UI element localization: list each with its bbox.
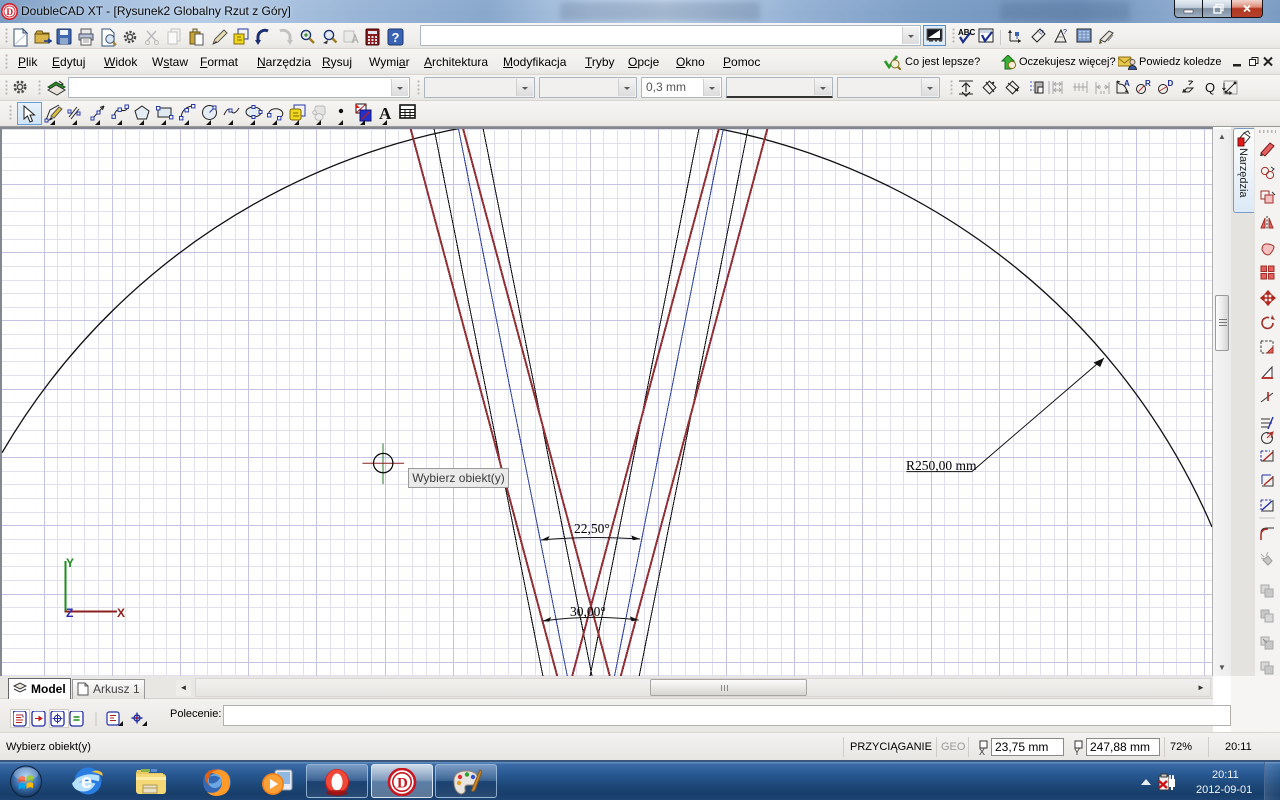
- svg-text:D: D: [397, 776, 408, 792]
- svg-text:Q: Q: [1205, 80, 1215, 95]
- svg-text:X: X: [117, 606, 125, 620]
- svg-text:X: X: [979, 747, 985, 755]
- svg-text:?: ?: [392, 30, 400, 45]
- svg-text:D: D: [6, 8, 13, 18]
- svg-text:?: ?: [1040, 30, 1044, 37]
- svg-text:R250,00 mm: R250,00 mm: [906, 458, 977, 473]
- svg-text:22,50°: 22,50°: [574, 521, 610, 536]
- svg-text:R: R: [1145, 79, 1151, 88]
- svg-text:?: ?: [1063, 29, 1067, 36]
- svg-text:30,00°: 30,00°: [570, 604, 606, 619]
- svg-text:Y: Y: [1074, 747, 1080, 755]
- svg-text:Y: Y: [66, 556, 74, 570]
- svg-text:D: D: [1168, 79, 1174, 88]
- svg-text:A: A: [1124, 79, 1130, 88]
- svg-text:e: e: [81, 771, 92, 793]
- svg-text:A: A: [379, 104, 392, 123]
- svg-text:Z: Z: [66, 606, 73, 620]
